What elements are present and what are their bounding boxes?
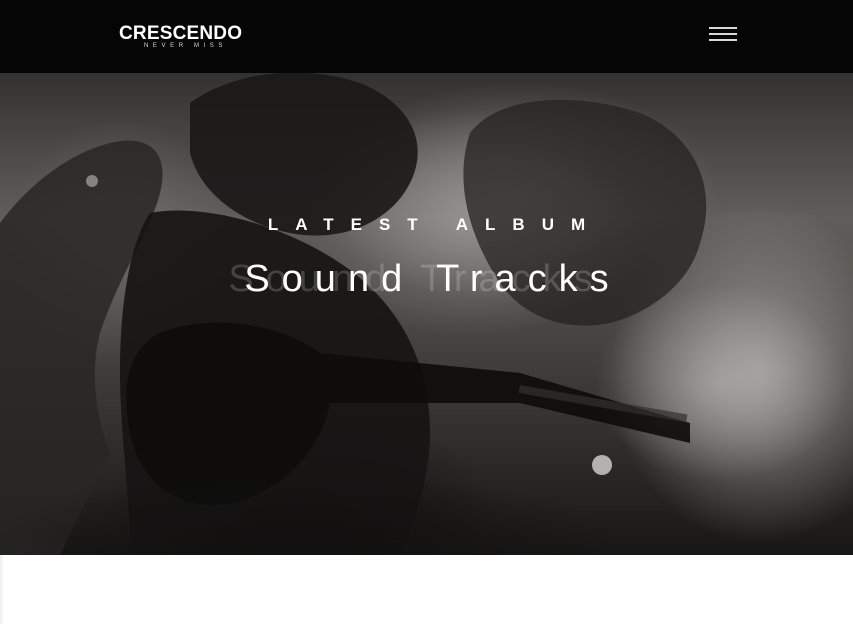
hamburger-menu-icon[interactable] xyxy=(708,24,738,44)
menu-bar-middle xyxy=(709,33,737,35)
content-section xyxy=(0,555,853,624)
hero-title: Sound Tracks xyxy=(244,258,621,300)
hero-banner: LATEST ALBUM Sound Tracks xyxy=(0,73,853,555)
hero-kicker-text: LATEST ALBUM xyxy=(267,215,603,234)
menu-bar-top xyxy=(709,27,737,29)
site-logo[interactable]: CRESCENDO NEVER MISS xyxy=(119,23,243,50)
logo-tagline: NEVER MISS xyxy=(144,43,228,49)
menu-bar-bottom xyxy=(709,39,737,41)
top-navigation-bar: CRESCENDO NEVER MISS xyxy=(0,0,853,73)
hero-dim-overlay xyxy=(0,73,853,555)
section-edge-shadow xyxy=(0,555,4,624)
logo-title: CRESCENDO xyxy=(119,23,243,44)
